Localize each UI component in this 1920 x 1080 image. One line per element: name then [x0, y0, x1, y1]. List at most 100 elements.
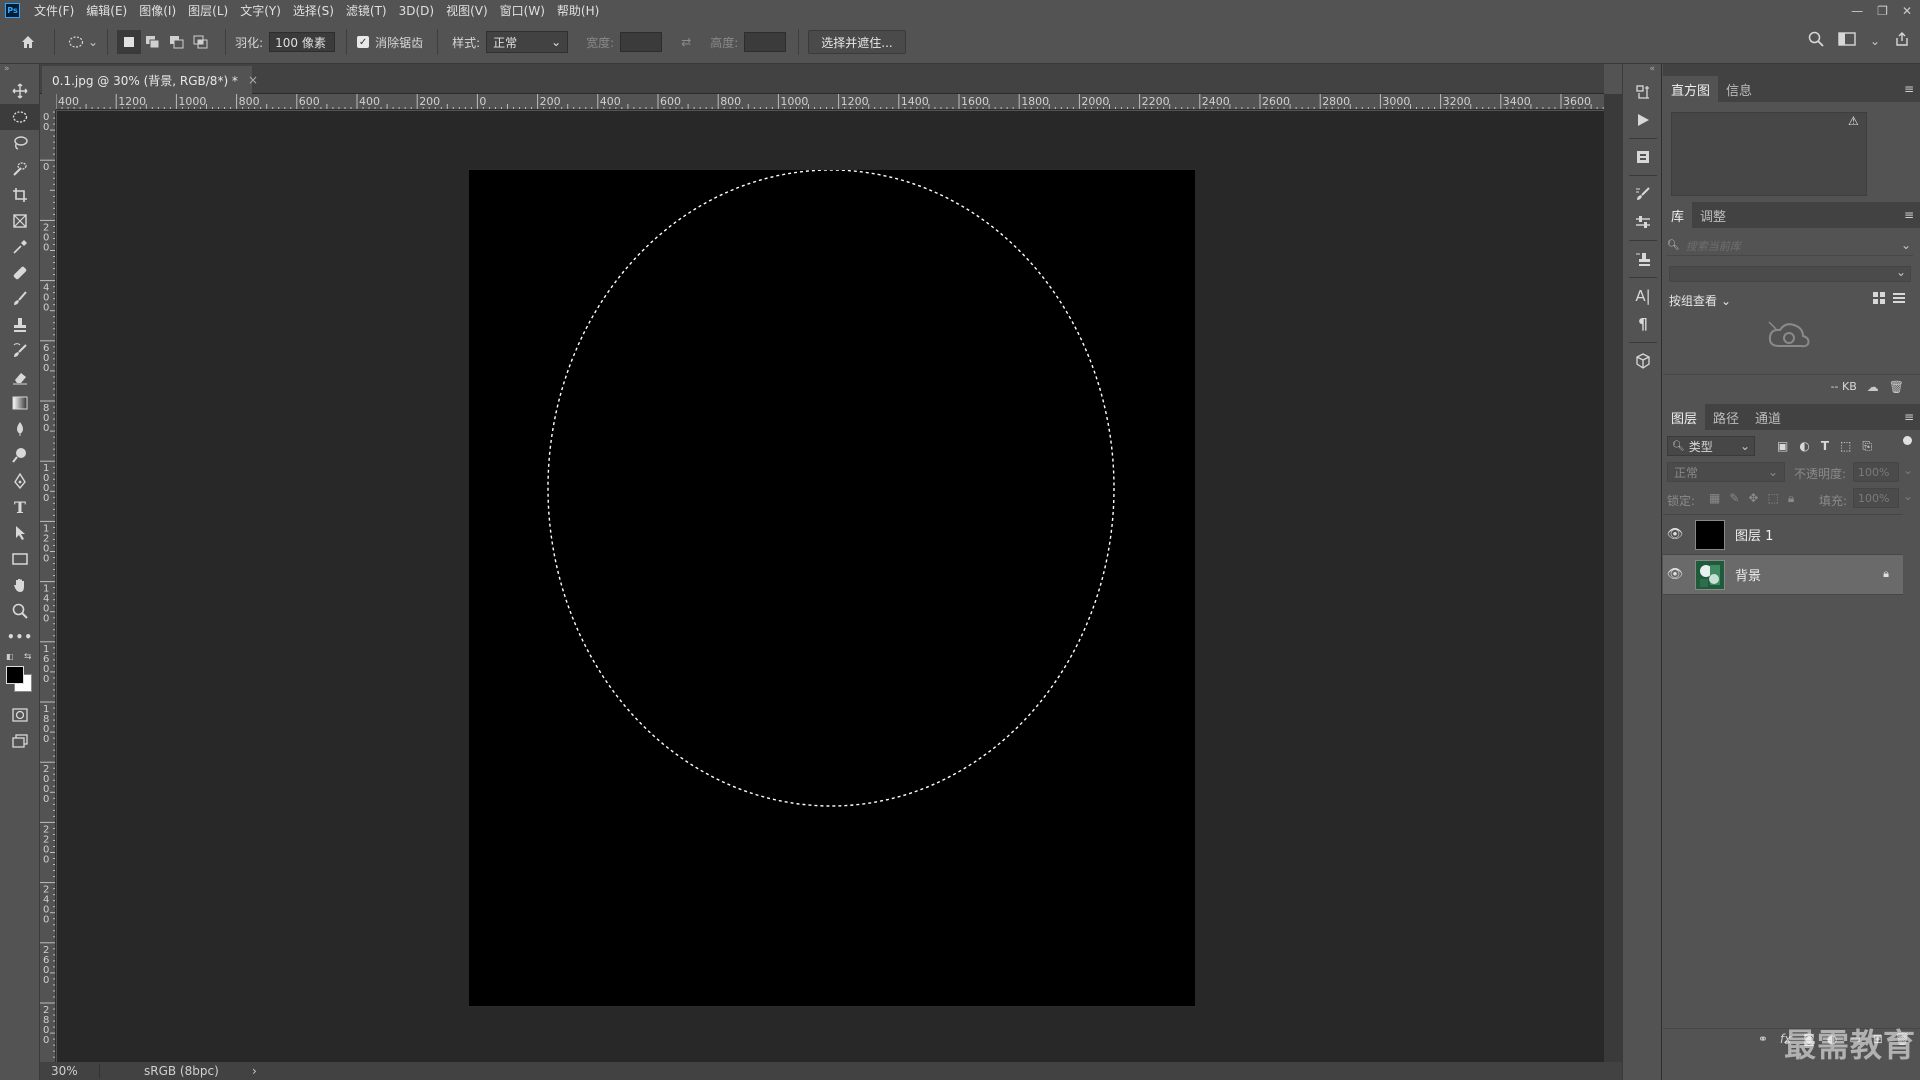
library-view-toggle[interactable]: 按组查看 ⌄	[1669, 292, 1731, 309]
visibility-eye-icon[interactable]: 👁︎	[1663, 567, 1687, 582]
opacity-input[interactable]: 100%	[1853, 462, 1899, 482]
lock-image-pixels-icon[interactable]: ✎	[1729, 491, 1739, 506]
warning-icon[interactable]: ⚠	[1848, 114, 1859, 128]
hand-tool-icon[interactable]	[0, 572, 40, 598]
list-view-icon[interactable]	[1893, 292, 1905, 307]
document-canvas[interactable]	[469, 170, 1195, 1006]
path-selection-tool-icon[interactable]	[0, 520, 40, 546]
quick-mask-icon[interactable]	[0, 702, 40, 728]
menu-view[interactable]: 视图(V)	[440, 2, 494, 19]
filter-smart-objects-icon[interactable]: ⎘	[1862, 439, 1872, 454]
paragraph-panel-icon[interactable]: ¶	[1623, 310, 1663, 338]
rectangle-tool-icon[interactable]	[0, 546, 40, 572]
chevron-down-icon[interactable]: ⌄	[1901, 238, 1911, 252]
menu-file[interactable]: 文件(F)	[28, 2, 80, 19]
chevron-down-icon[interactable]: ⌄	[1903, 489, 1913, 503]
pen-tool-icon[interactable]	[0, 468, 40, 494]
collapse-toolbar-icon[interactable]: »	[0, 64, 39, 78]
healing-brush-tool-icon[interactable]	[0, 260, 40, 286]
tab-channels[interactable]: 通道	[1747, 404, 1789, 430]
menu-image[interactable]: 图像(I)	[133, 2, 182, 19]
layer-row-layer1[interactable]: 👁︎ 图层 1	[1663, 515, 1903, 555]
chevron-down-icon[interactable]: ⌄	[88, 35, 98, 49]
clone-source-panel-icon[interactable]	[1623, 245, 1663, 273]
brush-settings-panel-icon[interactable]	[1623, 180, 1663, 208]
menu-edit[interactable]: 编辑(E)	[80, 2, 133, 19]
ruler-horizontal[interactable]: 400 1200 1000 800 600 400 200 0 200 400 600 800 1000…	[56, 94, 1604, 110]
3d-panel-icon[interactable]	[1623, 347, 1663, 375]
collapse-strip-icon[interactable]: «	[1623, 64, 1661, 78]
swap-width-height-icon[interactable]: ⇄	[674, 30, 698, 54]
elliptical-marquee-preset-icon[interactable]	[64, 30, 88, 54]
menu-window[interactable]: 窗口(W)	[494, 2, 551, 19]
history-brush-tool-icon[interactable]	[0, 338, 40, 364]
panel-menu-icon[interactable]: ≡	[1904, 410, 1914, 424]
close-tab-icon[interactable]: ×	[248, 73, 258, 87]
more-tools-icon[interactable]: •••	[0, 624, 40, 650]
properties-panel-icon[interactable]	[1623, 143, 1663, 171]
fill-input[interactable]: 100%	[1853, 488, 1899, 508]
panel-menu-icon[interactable]: ≡	[1904, 82, 1914, 96]
select-and-mask-button[interactable]: 选择并遮住...	[808, 30, 906, 54]
filter-adjustment-layers-icon[interactable]: ◐	[1799, 439, 1809, 454]
search-icon[interactable]	[1808, 31, 1824, 50]
history-panel-icon[interactable]	[1623, 78, 1663, 106]
layer-row-background[interactable]: 👁︎ 背景 🔒︎	[1663, 555, 1903, 595]
style-select[interactable]: 正常 ⌄	[486, 31, 569, 53]
filter-type-layers-icon[interactable]: T	[1821, 439, 1829, 454]
visibility-eye-icon[interactable]: 👁︎	[1663, 527, 1687, 542]
dodge-tool-icon[interactable]	[0, 442, 40, 468]
tab-layers[interactable]: 图层	[1663, 404, 1706, 430]
clone-stamp-tool-icon[interactable]	[0, 312, 40, 338]
share-icon[interactable]	[1894, 31, 1910, 50]
blur-tool-icon[interactable]	[0, 416, 40, 442]
library-search-input[interactable]: 搜索当前库	[1686, 238, 1741, 254]
subtract-from-selection-icon[interactable]	[165, 30, 189, 54]
height-input[interactable]	[744, 32, 787, 52]
tab-histogram[interactable]: 直方图	[1663, 76, 1719, 102]
blend-mode-select[interactable]: 正常 ⌄	[1667, 462, 1785, 482]
grid-view-icon[interactable]	[1873, 292, 1885, 307]
tab-paths[interactable]: 路径	[1705, 404, 1747, 430]
screen-mode-icon[interactable]	[0, 728, 40, 754]
actions-panel-icon[interactable]	[1623, 106, 1663, 134]
library-select[interactable]: ⌄	[1669, 265, 1911, 282]
menu-select[interactable]: 选择(S)	[287, 2, 340, 19]
close-icon[interactable]: ✕	[1902, 4, 1912, 18]
move-tool-icon[interactable]	[0, 78, 40, 104]
gradient-tool-icon[interactable]	[0, 390, 40, 416]
foreground-color-swatch[interactable]	[6, 666, 24, 684]
zoom-level[interactable]: 30%	[40, 1064, 100, 1078]
filter-pixel-layers-icon[interactable]: ▣	[1777, 439, 1788, 454]
lock-artboard-icon[interactable]: ⬚	[1767, 491, 1778, 506]
menu-3d[interactable]: 3D(D)	[393, 4, 440, 18]
swap-colors-icon[interactable]: ⇆	[24, 652, 32, 662]
trash-icon[interactable]: 🗑︎	[1889, 380, 1904, 394]
zoom-tool-icon[interactable]	[0, 598, 40, 624]
elliptical-marquee-tool-icon[interactable]	[0, 104, 40, 130]
tab-libraries[interactable]: 库	[1663, 202, 1693, 228]
feather-input[interactable]: 100 像素	[269, 32, 336, 52]
layer-name[interactable]: 图层 1	[1735, 525, 1773, 544]
home-icon[interactable]	[16, 30, 40, 54]
tab-info[interactable]: 信息	[1718, 76, 1760, 102]
layer-name[interactable]: 背景	[1735, 565, 1761, 584]
lock-transparency-icon[interactable]: ▦	[1709, 491, 1720, 506]
new-selection-icon[interactable]	[117, 30, 142, 54]
quick-selection-tool-icon[interactable]	[0, 156, 40, 182]
eraser-tool-icon[interactable]	[0, 364, 40, 390]
character-panel-icon[interactable]: A|	[1623, 282, 1663, 310]
chevron-down-icon[interactable]: ⌄	[1870, 34, 1880, 48]
lock-position-icon[interactable]: ✥	[1748, 491, 1758, 506]
brush-tool-icon[interactable]	[0, 286, 40, 312]
eyedropper-tool-icon[interactable]	[0, 234, 40, 260]
menu-type[interactable]: 文字(Y)	[234, 2, 287, 19]
vertical-scrollbar[interactable]	[1604, 94, 1622, 1063]
layer-lock-icon[interactable]: 🔒︎	[1883, 567, 1889, 581]
filter-shape-layers-icon[interactable]: ⬚	[1840, 439, 1851, 454]
cloud-sync-icon[interactable]: ☁	[1867, 380, 1879, 394]
workspace-icon[interactable]	[1838, 32, 1856, 49]
document-tab[interactable]: 0.1.jpg @ 30% (背景, RGB/8*) * ×	[42, 66, 258, 94]
type-tool-icon[interactable]: T	[0, 494, 40, 520]
antialias-checkbox[interactable]: ✓	[357, 36, 370, 48]
